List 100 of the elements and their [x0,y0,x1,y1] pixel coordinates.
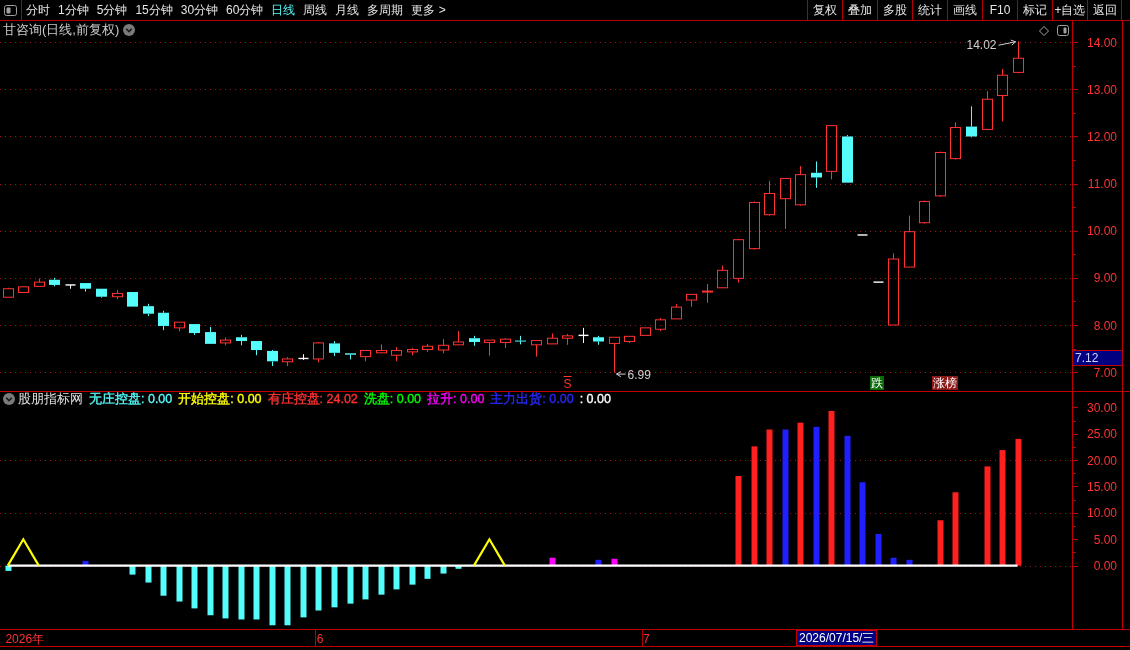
indicator-bar [424,565,431,579]
axis-label: 25.00 [1086,427,1117,442]
candlestick [950,121,961,161]
candlestick [733,238,744,284]
panel-icon [4,4,17,16]
candlestick [842,134,853,183]
panel-icon[interactable] [1057,25,1069,36]
candlestick [811,160,822,189]
candlestick [904,215,915,268]
candlestick [872,281,885,283]
candlestick [127,292,138,307]
candlestick [997,68,1008,122]
indicator-bar [331,565,338,608]
candlestick [686,293,697,308]
period-tab[interactable]: 30分钟 [180,0,219,20]
indicator-bar [890,557,897,566]
indicator-bar [875,534,882,566]
date-axis-label: 2026年 [5,631,45,646]
candlestick [702,283,713,304]
period-tab[interactable]: 5分钟 [96,0,128,20]
candlestick [297,353,310,361]
candlestick [1013,40,1024,74]
indicator-bar [191,565,198,609]
axis-label: 14.00 [1086,35,1117,50]
candlestick [112,289,123,300]
candlestick [531,340,542,358]
chevron-down-icon[interactable] [3,393,15,406]
candlestick [515,335,526,345]
indicator-bar [362,565,369,600]
axis-label: 11.00 [1087,177,1117,192]
candlestick [671,303,682,320]
candlestick [64,284,77,290]
period-tab[interactable]: 日线 [271,0,296,20]
indicator-bar [937,520,944,566]
candlestick [453,330,464,346]
indicator-bar [238,565,245,620]
date-axis-label: 7 [642,631,650,646]
candlestick [422,343,433,353]
candlestick [96,288,107,299]
indicator-bar [160,565,167,596]
candlestick [80,283,91,293]
arrow-icon [998,39,1016,46]
candlestick [982,90,993,131]
axis-label: 10.00 [1086,506,1117,521]
toolbar-button[interactable]: 返回 [1087,0,1122,20]
indicator-bar [145,565,152,583]
candlestick [624,335,635,344]
cursor-date-label: 2026/07/15/三 [796,630,878,646]
indicator-bar [222,565,229,619]
period-tab[interactable]: 分时 [26,0,50,20]
indicator-bar [253,565,260,620]
legend-item: 开始控盘: 0.00 [178,393,262,406]
indicator-bar [315,565,322,611]
diamond-icon[interactable] [1039,25,1049,36]
candlestick [919,200,930,225]
candlestick [174,321,185,332]
period-tab[interactable]: 60分钟 [226,0,264,20]
indicator-title: 股朋指标网 [18,393,83,406]
candlestick [856,234,869,236]
indicator-bar [440,565,447,574]
candlestick [49,277,60,287]
indicator-bar [409,565,416,585]
candlestick [749,201,760,251]
toolbar-button[interactable]: +自选 [1052,0,1087,20]
candlestick [313,341,324,363]
axis-label: 15.00 [1086,480,1117,494]
indicator-bar [347,565,354,604]
candlestick [609,336,620,374]
indicator-bar [595,559,602,566]
candlestick [34,277,45,287]
candlestick [18,286,29,293]
legend-item: 拉升: 0.00 [427,393,485,406]
candlestick [655,317,666,332]
candlestick [562,333,573,346]
low-price-label: 6.99 [627,367,651,382]
candlestick [345,353,356,360]
period-tab[interactable]: 月线 [335,0,360,20]
period-tab[interactable]: 周线 [303,0,328,20]
axis-label: 8.00 [1093,318,1117,333]
chevron-down-icon[interactable] [123,23,136,36]
legend-item: : 0.00 [579,393,611,406]
candlestick [251,341,262,356]
indicator-bar [284,565,291,626]
period-tab[interactable]: 15分钟 [135,0,173,20]
candlestick [795,165,806,207]
indicator-bar [549,557,556,566]
axis-label: 0.00 [1093,559,1117,574]
axis-label: 5.00 [1093,532,1117,547]
indicator-bar [300,565,307,618]
period-tab[interactable]: 更多 > [411,0,446,20]
event-tag: 涨榜 [932,376,959,390]
candlestick [484,339,495,357]
candlestick [391,346,402,362]
arrow-icon [616,371,626,378]
period-tab[interactable]: 1分钟 [58,0,89,20]
chart-title: 甘咨询(日线,前复权) [3,23,120,36]
candlestick [469,335,480,347]
candlestick [500,337,511,349]
period-tab[interactable]: 多周期 [367,0,404,20]
candlestick [935,151,946,198]
